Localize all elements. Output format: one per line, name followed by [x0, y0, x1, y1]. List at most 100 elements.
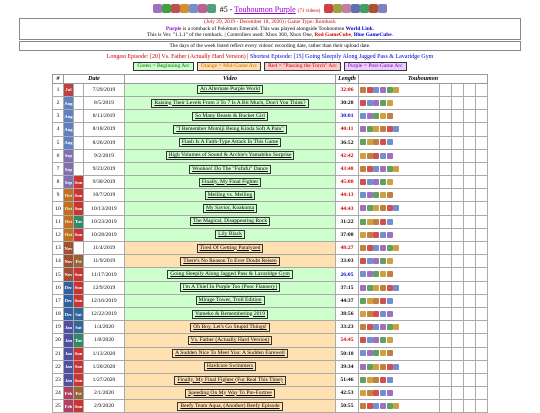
team-slot [439, 267, 452, 282]
video-link[interactable]: Lily Black [215, 230, 245, 240]
video-cell: My Savior, Koakuma [124, 201, 336, 216]
touhoumon-sprite-icon [360, 363, 367, 370]
touhoumon-sprite-icon [380, 350, 387, 357]
sprite-strip-left [152, 0, 216, 18]
purple-link[interactable]: Purple [166, 26, 182, 32]
touhoumon-sprite-icon [386, 231, 393, 238]
video-link[interactable]: My Savior, Koakuma [202, 204, 258, 214]
video-link[interactable]: A Sudden Nice To Meet You: A Sudden Fare… [172, 349, 288, 359]
legend-green: Green = Beginning Arc [133, 61, 194, 71]
video-link[interactable]: Beefy Team Aqua, (Another) Beefy Episode [177, 401, 283, 411]
team-slot [463, 372, 476, 388]
team-slot [451, 201, 464, 216]
video-link[interactable]: Speeding On My Way To Pre-Fortree [185, 388, 275, 398]
video-link[interactable]: Woohoo! Do The "Fufufu" Dance [189, 164, 271, 174]
video-cell: Finally, My Final Fighter (For Real This… [124, 372, 336, 388]
game-title[interactable]: Touhoumon Purple [234, 5, 295, 14]
row-date: 8/5/2019 [83, 95, 125, 111]
row-date: 1/13/2020 [83, 346, 125, 361]
touhoumon-sprite-icon [380, 337, 387, 344]
video-link[interactable]: An Alternate Purple World [197, 85, 263, 95]
row-number: 6 [52, 148, 64, 163]
team-slot [463, 188, 476, 203]
touhoumon-sprite-icon [366, 271, 373, 278]
video-link[interactable]: Vs. Father (Actually Hard Version) [187, 335, 273, 345]
row-number: 11 [52, 214, 64, 229]
video-length: 50:55 [335, 399, 359, 413]
video-cell: "I Remember Momiji Being Kinda Soft A Pa… [124, 122, 336, 137]
video-link[interactable]: Hardcore Swimmers [203, 362, 257, 372]
month-badge: Aug [63, 109, 74, 124]
team-slot [451, 267, 464, 282]
video-link[interactable]: So Many Beasts & Bucket Girl [192, 111, 268, 121]
team-slot [439, 148, 452, 163]
touhoumon-sprite-icon [393, 244, 400, 251]
team-sprites [358, 372, 440, 388]
video-link[interactable]: Finally, My Final Fighter [198, 177, 262, 187]
month-badge: Feb [63, 386, 74, 401]
touhoumon-sprite-icon [373, 258, 380, 265]
weekday-badge: Fri [73, 386, 84, 401]
team-sprites [358, 399, 440, 413]
video-length: 50:18 [335, 346, 359, 361]
touhoumon-sprite-icon [386, 152, 393, 159]
table-row: 18 Dec Sat 12/22/2019 Yumeko & Remembering 2… [52, 306, 488, 322]
table-row: 6 Sep 9/2/2019 High Volumes of Sound & Arch… [52, 148, 488, 163]
video-link[interactable]: Yumeko & Remembering 2019 [191, 309, 269, 319]
team-slot [463, 135, 476, 150]
row-number: 23 [52, 372, 64, 388]
touhoumon-sprite-icon [366, 205, 373, 212]
touhoumon-sprite-icon [386, 337, 393, 344]
blue-gamecube: Blue GameCube [353, 32, 392, 39]
video-cell: So Many Beasts & Bucket Girl [124, 109, 336, 124]
touhoumon-sprite-icon [386, 376, 393, 383]
row-number: 9 [52, 188, 64, 203]
video-link[interactable]: Finally, My Final Fighter (For Real This… [174, 375, 286, 385]
info-box: (July 29, 2019 - December 18, 2020) | Ga… [19, 18, 521, 40]
touhoumon-sprite-icon [360, 284, 367, 291]
touhoumon-sprite-icon [386, 324, 393, 331]
video-cell: The Magical, Disappearing Rock [124, 214, 336, 229]
col-date: Date [63, 73, 125, 84]
team-slot [451, 161, 464, 177]
touhoumon-sprite-icon [360, 165, 367, 172]
video-link[interactable]: High Volumes of Sound & Archie's Yamabik… [165, 151, 295, 161]
video-link[interactable]: Meiling vs. Meiling [204, 190, 256, 200]
team-slot [451, 188, 464, 203]
team-sprites [358, 293, 440, 308]
row-number: 20 [52, 333, 64, 348]
video-length: 42:53 [335, 386, 359, 401]
row-date: 11/17/2019 [83, 267, 125, 282]
video-link[interactable]: The Magical, Disappearing Rock [189, 217, 271, 227]
video-link[interactable]: Flash Is A Faith-Type Attack In This Gam… [178, 138, 282, 148]
sprite-icon [351, 4, 361, 13]
touhoumon-sprite-icon [360, 337, 367, 344]
video-link[interactable]: Mirage Tower, Troll Edition [195, 296, 265, 306]
video-link[interactable]: Oh Boy, Let's Go Stupid Things! [190, 322, 270, 332]
touhoumon-sprite-icon [366, 337, 373, 344]
team-slot [475, 386, 488, 401]
team-slot [475, 82, 488, 97]
month-badge: Oct [63, 201, 74, 216]
touhoumon-sprite-icon [373, 205, 380, 212]
row-date: 9/30/2019 [83, 175, 125, 190]
world-link-link[interactable]: World Link [346, 26, 373, 32]
row-date: 10/13/2019 [83, 201, 125, 216]
team-sprites [358, 135, 440, 150]
touhoumon-sprite-icon [366, 363, 373, 370]
team-slot [463, 399, 476, 413]
video-link[interactable]: There's No Reason To Ever Doubt Reisen [180, 256, 280, 266]
team-slot [439, 333, 452, 348]
month-badge: Oct [63, 188, 74, 203]
touhoumon-sprite-icon [366, 192, 373, 199]
video-link[interactable]: Going Sleepily Along Jagged Pass & Lavar… [167, 270, 293, 279]
red-gamecube: Red GameCube [314, 32, 352, 39]
video-link[interactable]: Tired Of Getting Paralyzed [196, 243, 264, 253]
video-link[interactable]: "I Remember Momiji Being Kinda Soft A Pa… [173, 124, 287, 134]
touhoumon-sprite-icon [380, 165, 387, 172]
team-slot [475, 188, 488, 203]
weekday-badge: Sat [73, 306, 84, 322]
video-link[interactable]: I'm A Thief In Purple Too (Poor Flannery… [179, 283, 281, 293]
video-link[interactable]: Raising Their Levels From 3 To 7 Is A Bi… [151, 98, 309, 108]
touhoumon-sprite-icon [380, 126, 387, 133]
